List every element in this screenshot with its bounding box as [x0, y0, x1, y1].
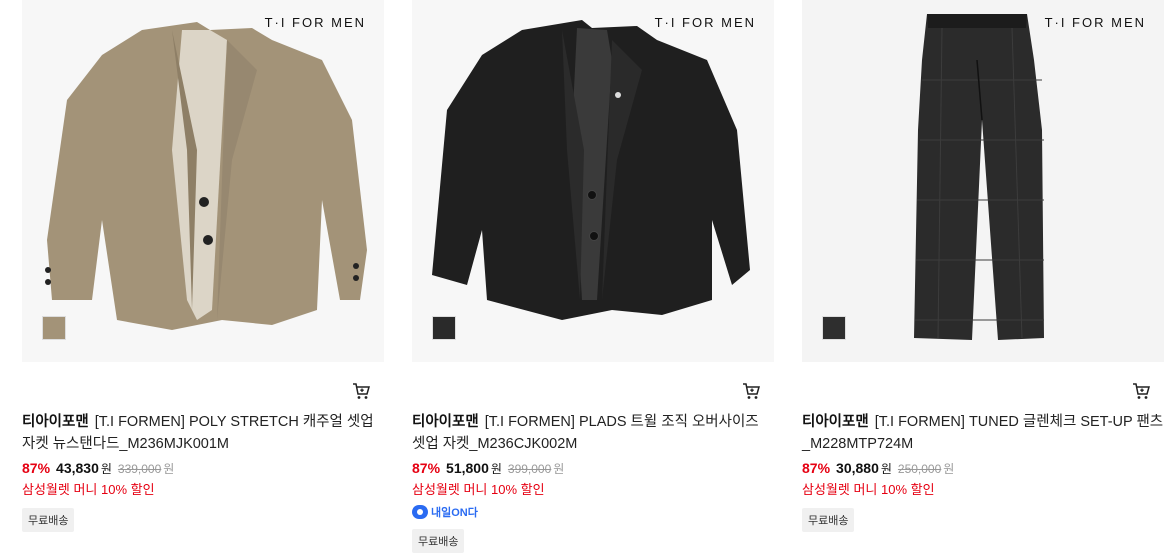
discount-rate: 87%: [412, 460, 441, 476]
cart-icon[interactable]: [352, 382, 370, 400]
product-image[interactable]: T·I FOR MEN: [22, 0, 384, 362]
color-swatch[interactable]: [432, 316, 456, 340]
product-title[interactable]: 티아이포맨 [T.I FORMEN] PLADS 트윌 조직 오버사이즈 셋업 자…: [412, 411, 774, 455]
price-row: 87% 43,830 원 339,000 원: [22, 458, 174, 479]
discount-rate: 87%: [22, 460, 51, 476]
brand-name: 티아이포맨: [22, 414, 89, 430]
brand-logo: T·I FOR MEN: [1044, 15, 1146, 30]
brand-logo: T·I FOR MEN: [654, 15, 756, 30]
original-price-unit: 원: [163, 462, 175, 476]
brand-logo: T·I FOR MEN: [264, 15, 366, 30]
original-price-unit: 원: [943, 462, 955, 476]
jacket-image: [45, 22, 367, 330]
original-price: 250,000: [897, 462, 942, 476]
original-price: 399,000: [507, 462, 552, 476]
product-grid: T·I FOR MEN 티아이포맨 [T.I FORMEN] POLY STRET…: [0, 0, 1170, 553]
cart-icon[interactable]: [742, 382, 760, 400]
sale-price: 30,880: [836, 460, 879, 476]
price-row: 87% 30,880 원 250,000 원: [802, 458, 954, 479]
delivery-tag: 내일ON다: [412, 503, 478, 521]
price-unit: 원: [490, 462, 502, 476]
price-row: 87% 51,800 원 399,000 원: [412, 458, 564, 479]
jacket-image: [432, 20, 750, 320]
payment-benefit: 삼성월렛 머니 10% 할인: [22, 482, 155, 497]
price-unit: 원: [880, 462, 892, 476]
color-swatch[interactable]: [42, 316, 66, 340]
free-shipping-badge: 무료배송: [22, 508, 75, 532]
product-card[interactable]: T·I FOR MEN 티아이포맨 [T.I FORMEN] POLY STRET…: [22, 0, 384, 551]
original-price-unit: 원: [553, 462, 565, 476]
payment-benefit: 삼성월렛 머니 10% 할인: [412, 482, 545, 497]
sale-price: 43,830: [56, 460, 99, 476]
discount-rate: 87%: [802, 460, 831, 476]
color-swatch[interactable]: [822, 316, 846, 340]
product-card[interactable]: T·I FOR MEN 티아이포맨 [T.I FORMEN] PLADS 트윌 조…: [412, 0, 774, 553]
payment-benefit: 삼성월렛 머니 10% 할인: [802, 482, 935, 497]
delivery-tag-icon: [412, 505, 428, 519]
product-image[interactable]: T·I FOR MEN: [412, 0, 774, 362]
brand-name: 티아이포맨: [802, 414, 869, 430]
product-card[interactable]: T·I FOR MEN 티아이포맨 [T.I FORMEN] TUNED 글렌체크…: [802, 0, 1164, 551]
delivery-tag-label: 내일ON다: [431, 507, 478, 519]
brand-name: 티아이포맨: [412, 414, 479, 430]
product-title[interactable]: 티아이포맨 [T.I FORMEN] TUNED 글렌체크 SET-UP 팬츠_M…: [802, 411, 1164, 455]
sale-price: 51,800: [446, 460, 489, 476]
product-image[interactable]: T·I FOR MEN: [802, 0, 1164, 362]
free-shipping-badge: 무료배송: [802, 508, 855, 532]
price-unit: 원: [100, 462, 112, 476]
original-price: 339,000: [117, 462, 162, 476]
free-shipping-badge: 무료배송: [412, 529, 465, 553]
pants-image: [914, 14, 1044, 340]
cart-icon[interactable]: [1132, 382, 1150, 400]
product-title[interactable]: 티아이포맨 [T.I FORMEN] POLY STRETCH 캐주얼 셋업 자켓…: [22, 411, 384, 455]
